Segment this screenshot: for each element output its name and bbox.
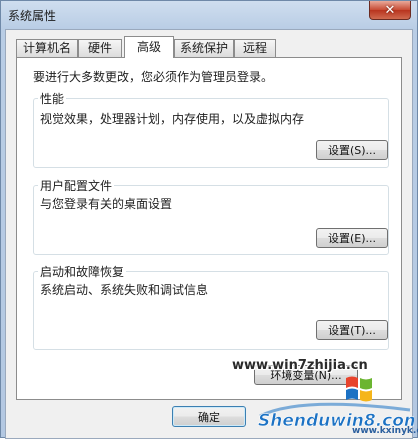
close-button[interactable]: ✕: [369, 1, 411, 20]
user-profiles-settings-button[interactable]: 设置(E)...: [316, 228, 388, 248]
title-bar[interactable]: 系统属性 ✕: [1, 1, 417, 29]
user-profiles-description: 与您登录有关的桌面设置: [40, 197, 173, 211]
dialog-body: 计算机名 硬件 高级 系统保护 远程 要进行大多数更改，您必须作为管理员登录。 …: [5, 29, 413, 439]
performance-description: 视觉效果，处理器计划，内存使用，以及虚拟内存: [40, 112, 305, 126]
tab-advanced[interactable]: 高级: [124, 36, 174, 58]
tab-remote[interactable]: 远程: [234, 39, 276, 57]
ok-button[interactable]: 确定: [172, 406, 246, 427]
user-profiles-title: 用户配置文件: [38, 177, 115, 194]
startup-recovery-settings-button[interactable]: 设置(T)...: [316, 320, 388, 340]
user-profiles-group: 用户配置文件 与您登录有关的桌面设置 设置(E)...: [33, 177, 389, 255]
window-title: 系统属性: [8, 9, 57, 23]
startup-recovery-group: 启动和故障恢复 系统启动、系统失败和调试信息 设置(T)...: [33, 263, 389, 350]
tab-system-protection[interactable]: 系统保护: [174, 39, 234, 57]
performance-title: 性能: [38, 90, 67, 107]
dialog-footer: 确定: [6, 402, 412, 438]
advanced-tab-panel: 要进行大多数更改，您必须作为管理员登录。 性能 视觉效果，处理器计划，内存使用，…: [16, 57, 402, 400]
close-icon: ✕: [384, 2, 396, 18]
tab-computer-name[interactable]: 计算机名: [16, 39, 78, 57]
performance-settings-button[interactable]: 设置(S)...: [316, 140, 388, 160]
tab-hardware[interactable]: 硬件: [78, 39, 122, 57]
startup-recovery-description: 系统启动、系统失败和调试信息: [40, 283, 209, 297]
performance-group: 性能 视觉效果，处理器计划，内存使用，以及虚拟内存 设置(S)...: [33, 90, 389, 168]
system-properties-window: 系统属性 ✕ 计算机名 硬件 高级 系统保护 远程 要进行大多数更改，您必须作为…: [0, 0, 418, 439]
admin-notice: 要进行大多数更改，您必须作为管理员登录。: [33, 70, 274, 84]
environment-variables-button[interactable]: 环境变量(N)...: [254, 365, 358, 385]
startup-recovery-title: 启动和故障恢复: [38, 263, 127, 280]
